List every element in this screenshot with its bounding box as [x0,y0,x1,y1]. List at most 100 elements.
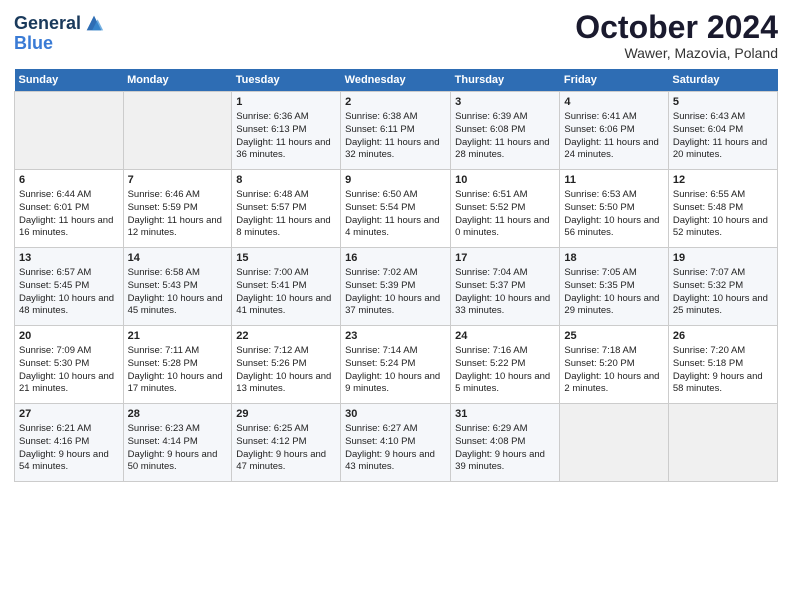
calendar-cell: 5Sunrise: 6:43 AMSunset: 6:04 PMDaylight… [668,92,777,170]
day-info: Sunrise: 6:55 AM [673,189,773,202]
calendar-cell: 21Sunrise: 7:11 AMSunset: 5:28 PMDayligh… [123,326,232,404]
day-info: Sunrise: 6:27 AM [345,423,446,436]
header: General Blue October 2024 Wawer, Mazovia… [14,10,778,61]
day-info: Sunrise: 7:04 AM [455,267,555,280]
day-info: Sunset: 5:48 PM [673,202,773,215]
day-info: Daylight: 11 hours and 16 minutes. [19,215,119,241]
day-info: Sunrise: 6:21 AM [19,423,119,436]
day-number: 8 [236,173,336,188]
day-info: Daylight: 10 hours and 2 minutes. [564,371,663,397]
day-info: Daylight: 10 hours and 48 minutes. [19,293,119,319]
day-info: Sunrise: 6:38 AM [345,111,446,124]
day-info: Sunrise: 7:05 AM [564,267,663,280]
day-number: 30 [345,407,446,422]
day-info: Daylight: 10 hours and 41 minutes. [236,293,336,319]
day-info: Daylight: 9 hours and 43 minutes. [345,449,446,475]
day-info: Sunset: 4:14 PM [128,436,228,449]
day-info: Sunrise: 6:39 AM [455,111,555,124]
day-info: Sunrise: 6:25 AM [236,423,336,436]
calendar-cell: 23Sunrise: 7:14 AMSunset: 5:24 PMDayligh… [341,326,451,404]
day-info: Sunset: 5:59 PM [128,202,228,215]
weekday-header-row: SundayMondayTuesdayWednesdayThursdayFrid… [15,69,778,92]
day-number: 6 [19,173,119,188]
calendar-cell: 16Sunrise: 7:02 AMSunset: 5:39 PMDayligh… [341,248,451,326]
calendar-cell [560,404,668,482]
day-number: 12 [673,173,773,188]
calendar-cell: 2Sunrise: 6:38 AMSunset: 6:11 PMDaylight… [341,92,451,170]
day-number: 24 [455,329,555,344]
calendar-cell: 12Sunrise: 6:55 AMSunset: 5:48 PMDayligh… [668,170,777,248]
day-number: 28 [128,407,228,422]
day-number: 16 [345,251,446,266]
logo: General Blue [14,14,105,54]
calendar-cell [123,92,232,170]
day-number: 4 [564,95,663,110]
calendar-cell: 3Sunrise: 6:39 AMSunset: 6:08 PMDaylight… [451,92,560,170]
day-info: Sunset: 5:18 PM [673,358,773,371]
calendar-cell: 6Sunrise: 6:44 AMSunset: 6:01 PMDaylight… [15,170,124,248]
calendar-cell: 24Sunrise: 7:16 AMSunset: 5:22 PMDayligh… [451,326,560,404]
day-info: Daylight: 11 hours and 4 minutes. [345,215,446,241]
calendar-cell: 25Sunrise: 7:18 AMSunset: 5:20 PMDayligh… [560,326,668,404]
day-number: 20 [19,329,119,344]
calendar-cell: 17Sunrise: 7:04 AMSunset: 5:37 PMDayligh… [451,248,560,326]
day-number: 31 [455,407,555,422]
day-number: 1 [236,95,336,110]
day-info: Sunset: 5:20 PM [564,358,663,371]
day-info: Sunset: 6:13 PM [236,124,336,137]
day-info: Sunset: 6:04 PM [673,124,773,137]
calendar-cell: 29Sunrise: 6:25 AMSunset: 4:12 PMDayligh… [232,404,341,482]
month-title: October 2024 [575,10,778,45]
day-info: Daylight: 11 hours and 32 minutes. [345,137,446,163]
calendar-cell: 20Sunrise: 7:09 AMSunset: 5:30 PMDayligh… [15,326,124,404]
day-number: 27 [19,407,119,422]
day-info: Sunset: 5:52 PM [455,202,555,215]
day-info: Sunset: 4:10 PM [345,436,446,449]
logo-text: General [14,14,81,34]
day-info: Sunset: 6:08 PM [455,124,555,137]
day-info: Sunrise: 6:44 AM [19,189,119,202]
day-info: Daylight: 11 hours and 0 minutes. [455,215,555,241]
day-number: 3 [455,95,555,110]
day-number: 18 [564,251,663,266]
weekday-header-wednesday: Wednesday [341,69,451,92]
week-row-5: 27Sunrise: 6:21 AMSunset: 4:16 PMDayligh… [15,404,778,482]
week-row-4: 20Sunrise: 7:09 AMSunset: 5:30 PMDayligh… [15,326,778,404]
weekday-header-monday: Monday [123,69,232,92]
day-info: Sunset: 4:08 PM [455,436,555,449]
day-info: Sunrise: 6:51 AM [455,189,555,202]
calendar-cell: 11Sunrise: 6:53 AMSunset: 5:50 PMDayligh… [560,170,668,248]
day-info: Sunset: 5:28 PM [128,358,228,371]
day-info: Sunset: 5:22 PM [455,358,555,371]
day-number: 15 [236,251,336,266]
day-info: Daylight: 11 hours and 28 minutes. [455,137,555,163]
week-row-3: 13Sunrise: 6:57 AMSunset: 5:45 PMDayligh… [15,248,778,326]
weekday-header-tuesday: Tuesday [232,69,341,92]
day-number: 22 [236,329,336,344]
day-number: 9 [345,173,446,188]
day-number: 29 [236,407,336,422]
day-number: 13 [19,251,119,266]
day-info: Daylight: 11 hours and 24 minutes. [564,137,663,163]
day-number: 2 [345,95,446,110]
day-info: Sunrise: 7:12 AM [236,345,336,358]
day-info: Sunset: 5:50 PM [564,202,663,215]
day-info: Sunset: 5:30 PM [19,358,119,371]
day-info: Sunset: 6:11 PM [345,124,446,137]
day-info: Daylight: 9 hours and 50 minutes. [128,449,228,475]
day-info: Sunrise: 6:53 AM [564,189,663,202]
week-row-1: 1Sunrise: 6:36 AMSunset: 6:13 PM Daylight… [15,92,778,170]
day-info: Daylight: 10 hours and 21 minutes. [19,371,119,397]
day-number: 10 [455,173,555,188]
day-number: 19 [673,251,773,266]
day-info: Sunrise: 6:36 AM [236,111,336,124]
calendar-cell: 1Sunrise: 6:36 AMSunset: 6:13 PMDaylight… [232,92,341,170]
day-number: 26 [673,329,773,344]
calendar-cell: 19Sunrise: 7:07 AMSunset: 5:32 PMDayligh… [668,248,777,326]
day-info: Daylight: 10 hours and 13 minutes. [236,371,336,397]
day-number: 25 [564,329,663,344]
day-info: Sunrise: 6:57 AM [19,267,119,280]
day-info: Sunrise: 7:11 AM [128,345,228,358]
day-info: Sunrise: 6:29 AM [455,423,555,436]
day-number: 7 [128,173,228,188]
